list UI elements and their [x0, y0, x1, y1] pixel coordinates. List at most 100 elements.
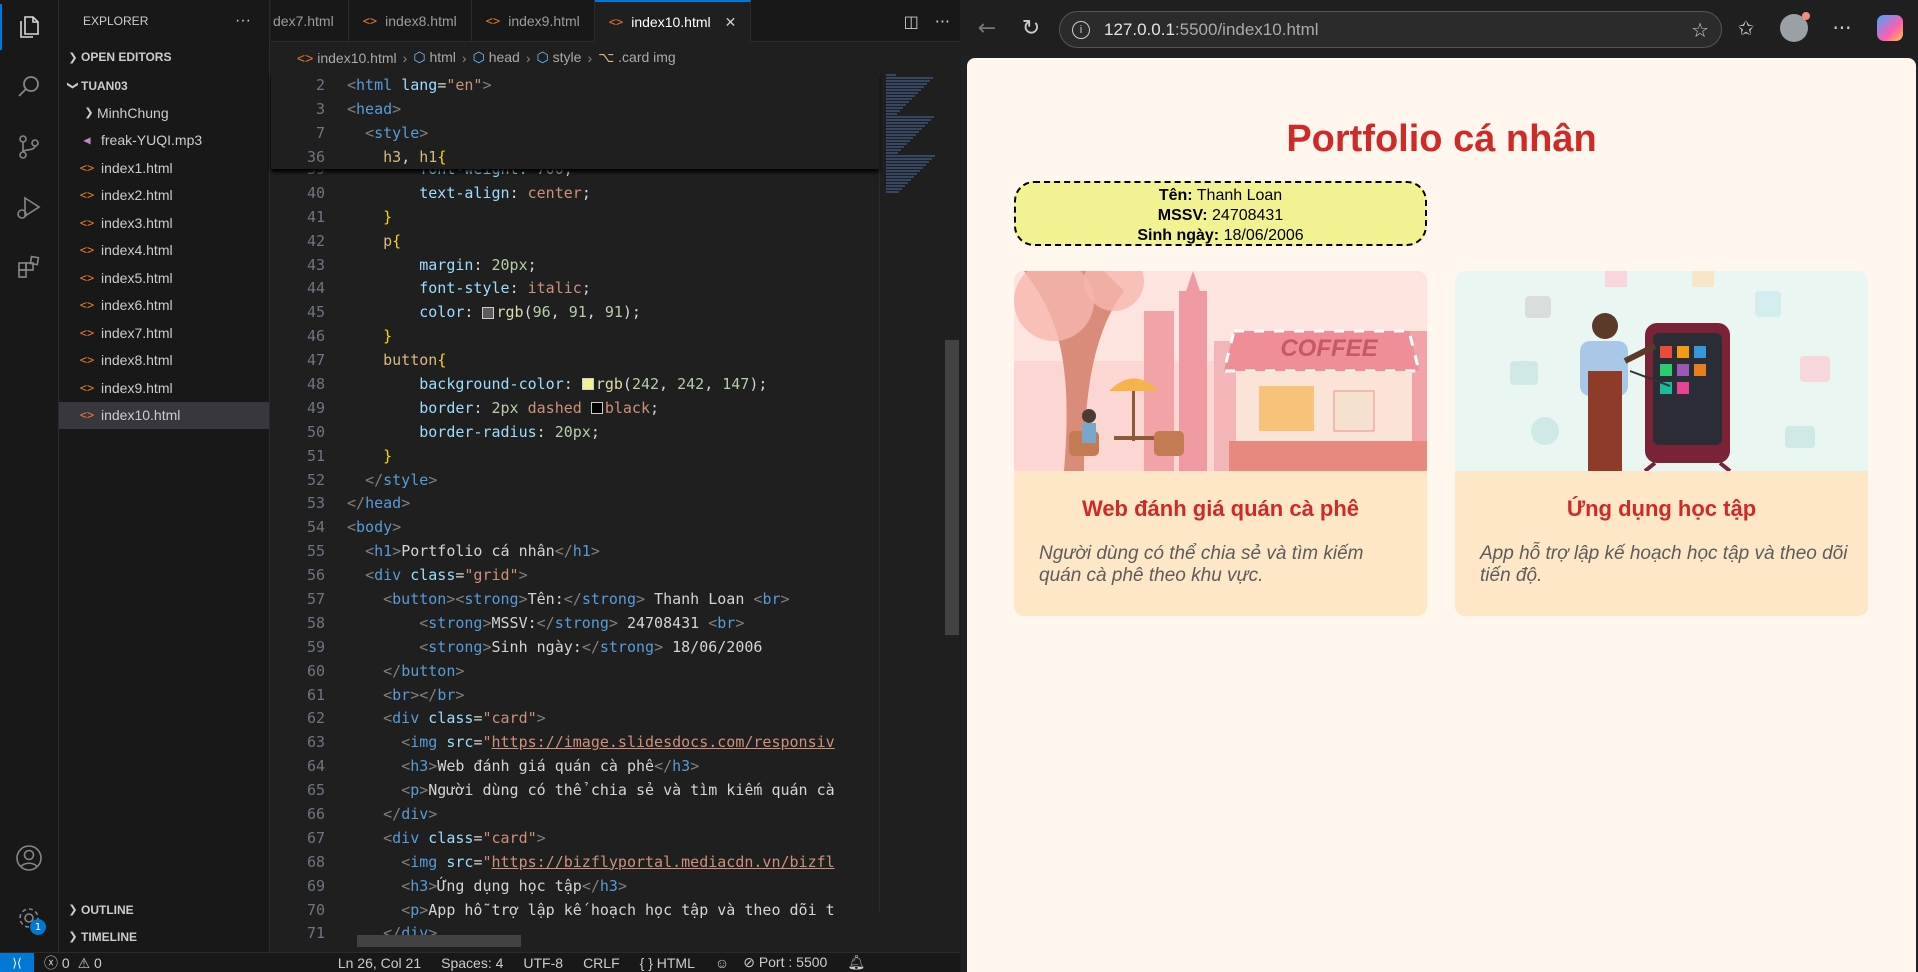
code-line[interactable]: 52 </style>: [271, 468, 879, 492]
tree-file[interactable]: <> index3.html: [59, 209, 269, 237]
timeline-section[interactable]: ❯ TIMELINE: [59, 923, 269, 950]
breadcrumb-item[interactable]: <> index10.html: [297, 50, 397, 66]
code-line[interactable]: 58 <strong>MSSV:</strong> 24708431 <br>: [271, 611, 879, 635]
breadcrumb-item[interactable]: ⬡ style: [537, 49, 582, 66]
open-editors-section[interactable]: ❯ OPEN EDITORS: [59, 42, 269, 72]
breadcrumb-item[interactable]: ⬡ html: [413, 49, 456, 66]
reload-icon[interactable]: ↻: [1009, 6, 1053, 50]
code-line[interactable]: 41 }: [271, 205, 879, 229]
notifications-bell-icon[interactable]: 🔔︎: [847, 954, 865, 971]
code-line[interactable]: 61 <br></br>: [271, 683, 879, 707]
folder-section[interactable]: ❯ TUAN03: [59, 72, 269, 99]
explorer-more-icon[interactable]: ···: [235, 12, 251, 30]
minimap[interactable]: [879, 73, 945, 913]
code-line[interactable]: 3 <head>: [271, 97, 879, 121]
profile-avatar[interactable]: [1776, 6, 1812, 50]
tree-file[interactable]: <> index10.html: [59, 401, 269, 429]
run-debug-icon[interactable]: [14, 192, 44, 222]
extensions-icon[interactable]: [14, 252, 44, 282]
code-line[interactable]: 48 background-color: rgb(242, 242, 147);: [271, 372, 879, 396]
code-line[interactable]: 49 border: 2px dashed black;: [271, 396, 879, 420]
tree-file[interactable]: <> index7.html: [59, 319, 269, 347]
code-line[interactable]: 70 <p>App hỗ trợ lập kế hoạch học tập và…: [271, 898, 879, 922]
tree-file[interactable]: <> index5.html: [59, 264, 269, 292]
editor-tab[interactable]: <> index10.html ✕: [594, 0, 752, 42]
tree-file[interactable]: <> index4.html: [59, 237, 269, 265]
close-icon[interactable]: ✕: [725, 14, 737, 31]
problems-status[interactable]: ⓧ 0 ⚠ 0: [44, 953, 102, 972]
html-file-icon: <>: [79, 325, 95, 340]
code-line[interactable]: 36 h3, h1{: [271, 145, 879, 169]
code-line[interactable]: 65 <p>Người dùng có thể chia sẻ và tìm k…: [271, 778, 879, 802]
code-line[interactable]: 47 button{: [271, 348, 879, 372]
code-line[interactable]: 54 <body>: [271, 515, 879, 539]
code-line[interactable]: 62 <div class="card">: [271, 706, 879, 730]
horizontal-scrollbar-thumb[interactable]: [357, 935, 521, 947]
back-arrow-icon[interactable]: ←: [965, 6, 1009, 50]
encoding[interactable]: UTF-8: [523, 955, 563, 971]
tree-folder[interactable]: ❯ MinhChung: [59, 99, 269, 127]
code-line[interactable]: 44 font-style: italic;: [271, 276, 879, 300]
tree-file[interactable]: <> index1.html: [59, 154, 269, 182]
code-line[interactable]: 60 </button>: [271, 659, 879, 683]
site-info-icon[interactable]: i: [1072, 20, 1090, 39]
tree-file[interactable]: <> index9.html: [59, 374, 269, 402]
vertical-scrollbar-thumb[interactable]: [945, 340, 959, 635]
code-line[interactable]: 55 <h1>Portfolio cá nhân</h1>: [271, 539, 879, 563]
line-number: 36: [306, 147, 325, 166]
code-line[interactable]: 43 margin: 20px;: [271, 253, 879, 277]
code-line[interactable]: 7 <style>: [271, 121, 879, 145]
manage-gear-icon[interactable]: 1: [14, 903, 46, 935]
code-line[interactable]: 50 border-radius: 20px;: [271, 420, 879, 444]
minimap-line: [886, 161, 929, 163]
code-line[interactable]: 59 <strong>Sinh ngày:</strong> 18/06/200…: [271, 635, 879, 659]
source-control-icon[interactable]: [14, 132, 44, 162]
sticky-scroll[interactable]: 2 <html lang="en"> 3 <head> 7 <style> 36 h3, …: [271, 73, 879, 169]
editor-tab[interactable]: <> index9.html: [472, 0, 595, 42]
remote-indicator-icon[interactable]: ⟩⟨: [0, 952, 34, 972]
code-line[interactable]: 56 <div class="grid">: [271, 563, 879, 587]
address-bar[interactable]: i 127.0.0.1:5500/index10.html ☆: [1059, 11, 1722, 48]
code-line[interactable]: 66 </div>: [271, 802, 879, 826]
favorites-icon[interactable]: ✩: [1728, 6, 1764, 50]
code-line[interactable]: 40 text-align: center;: [271, 181, 879, 205]
more-actions-icon[interactable]: ···: [935, 12, 950, 31]
copilot-icon[interactable]: [1872, 6, 1908, 50]
explorer-files-icon[interactable]: [0, 4, 44, 50]
code-line[interactable]: 57 <button><strong>Tên:</strong> Thanh L…: [271, 587, 879, 611]
accounts-icon[interactable]: [14, 843, 44, 873]
code-line[interactable]: 63 <img src="https://image.slidesdocs.co…: [271, 730, 879, 754]
tree-file[interactable]: <> index6.html: [59, 292, 269, 320]
coffee-shop-illustration: COFFEE: [1014, 271, 1427, 471]
tree-file[interactable]: <> index2.html: [59, 182, 269, 210]
code-line[interactable]: 69 <h3>Ứng dụng học tập</h3>: [271, 874, 879, 898]
student-info-button[interactable]: Tên: Thanh Loan MSSV: 24708431 Sinh ngày…: [1014, 181, 1427, 246]
code-line[interactable]: 68 <img src="https://bizflyportal.mediac…: [271, 850, 879, 874]
breadcrumb-item[interactable]: ⬡ head: [473, 49, 520, 66]
code-line[interactable]: 46 }: [271, 324, 879, 348]
language-mode[interactable]: { } HTML: [640, 955, 695, 971]
tree-file[interactable]: ◀ freak-YUQI.mp3: [59, 127, 269, 155]
bookmark-star-icon[interactable]: ☆: [1691, 18, 1709, 42]
live-server-port[interactable]: ⊘ Port : 5500: [743, 954, 827, 971]
breadcrumb-item[interactable]: ⌥ .card img: [598, 49, 676, 66]
code-editor[interactable]: 39 font-weight: 700; 40 text-align: cente…: [271, 73, 879, 943]
tree-file[interactable]: <> index8.html: [59, 347, 269, 375]
browser-menu-icon[interactable]: ···: [1824, 6, 1860, 50]
code-line[interactable]: 42 p{: [271, 229, 879, 253]
search-icon[interactable]: [14, 72, 44, 102]
indentation[interactable]: Spaces: 4: [441, 955, 503, 971]
code-line[interactable]: 51 }: [271, 444, 879, 468]
split-editor-icon[interactable]: ◫: [904, 12, 919, 31]
cursor-position[interactable]: Ln 26, Col 21: [338, 955, 421, 971]
code-line[interactable]: 64 <h3>Web đánh giá quán cà phê</h3>: [271, 754, 879, 778]
outline-section[interactable]: ❯ OUTLINE: [59, 896, 269, 923]
end-of-line[interactable]: CRLF: [583, 955, 620, 971]
code-line[interactable]: 2 <html lang="en">: [271, 73, 879, 97]
copilot-status-icon[interactable]: ☺: [715, 955, 729, 971]
editor-tab[interactable]: <> index8.html: [349, 0, 472, 42]
code-line[interactable]: 53 </head>: [271, 491, 879, 515]
code-line[interactable]: 45 color: rgb(96, 91, 91);: [271, 300, 879, 324]
code-line[interactable]: 67 <div class="card">: [271, 826, 879, 850]
editor-tab[interactable]: dex7.html: [271, 0, 349, 42]
